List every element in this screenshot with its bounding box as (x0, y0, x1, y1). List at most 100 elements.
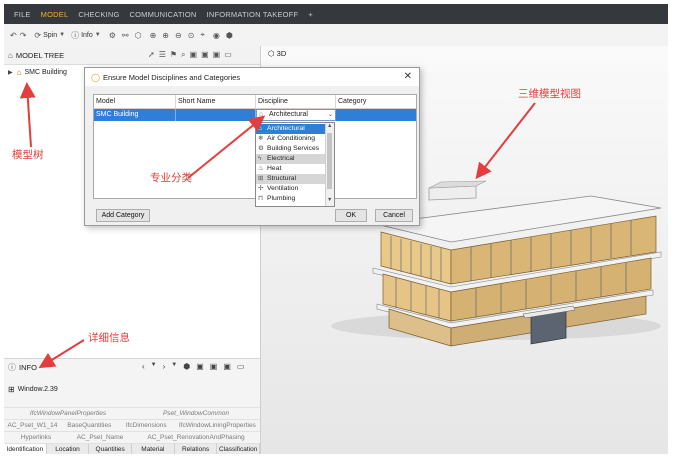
tab-identification[interactable]: Identification (4, 443, 47, 454)
cell-short-name[interactable] (176, 109, 256, 121)
col-model: Model (94, 95, 176, 108)
tree-expand-icon[interactable]: ☰ (159, 50, 166, 60)
option-label: Ventilation (267, 185, 299, 192)
select-tool-icon[interactable]: ⚙ (109, 31, 116, 40)
option-architectural[interactable]: ⌂ Architectural (256, 124, 325, 134)
menu-model[interactable]: MODEL (41, 10, 69, 19)
app-window: FILE MODEL CHECKING COMMUNICATION INFORM… (4, 4, 668, 454)
tab-classification[interactable]: Classification (217, 443, 261, 454)
redo-icon[interactable]: ↷ (20, 31, 27, 40)
zoom-icon[interactable]: ⊕ (150, 31, 157, 40)
prev-icon[interactable]: ‹ (142, 362, 145, 371)
tab-quantities[interactable]: Quantities (89, 443, 133, 454)
menu-checking[interactable]: CHECKING (78, 10, 119, 19)
tab-ac-pset-renovation[interactable]: AC_Pset_RenovationAndPhasing (132, 431, 260, 442)
ok-button[interactable]: OK (335, 209, 367, 222)
tab-ac-pset-w1-14[interactable]: AC_Pset_W1_14 (4, 419, 61, 430)
info-icon[interactable]: ⓘ (71, 30, 79, 41)
copy-icon[interactable]: ▣ (196, 362, 204, 371)
option-label: Plumbing (267, 195, 296, 202)
box-icon[interactable]: ▣ (190, 50, 198, 60)
cube-icon[interactable]: ⬡ (135, 31, 142, 40)
tab-base-quantities[interactable]: BaseQuantities (60, 419, 118, 430)
tab-pset-window-common[interactable]: Pset_WindowCommon (132, 407, 260, 418)
dropdown-icon[interactable]: ▼ (151, 362, 157, 371)
menu-information-takeoff[interactable]: INFORMATION TAKEOFF (207, 10, 299, 19)
annotation-model-tree: 模型树 (12, 149, 44, 161)
view-3d-tab[interactable]: ⬡ 3D (268, 49, 286, 58)
zoom-fit-icon[interactable]: ⊙ (188, 31, 195, 40)
window-icon[interactable]: ▭ (237, 362, 245, 371)
add-category-button[interactable]: Add Category (96, 209, 150, 222)
menu-add-tab[interactable]: + (308, 10, 313, 19)
close-icon[interactable]: ✕ (404, 71, 412, 82)
spin-icon[interactable]: ⟳ (34, 31, 41, 40)
measure-icon[interactable]: ⌖ (200, 30, 205, 40)
architecture-icon: ⌂ (259, 111, 264, 118)
cell-category[interactable] (336, 109, 416, 121)
zoom-out-icon[interactable]: ⊖ (175, 31, 182, 40)
option-air-conditioning[interactable]: ❄ Air Conditioning (256, 134, 325, 144)
cube-icon[interactable]: ⬢ (183, 362, 190, 371)
chevron-down-icon[interactable]: ⌄ (328, 110, 333, 120)
undo-icon[interactable]: ↶ (10, 31, 17, 40)
flame-icon: ♨ (258, 165, 264, 172)
option-ventilation[interactable]: ✢ Ventilation (256, 184, 325, 194)
info-title: INFO (19, 362, 37, 372)
discipline-select[interactable]: ⌂ Architectural ⌄ (256, 109, 336, 121)
option-electrical[interactable]: ϟ Electrical (256, 154, 325, 164)
expand-arrow-icon[interactable]: ▶ (8, 69, 13, 76)
tree-item-smc-building[interactable]: ▶ ⌂ SMC Building (8, 68, 67, 77)
copy-icon[interactable]: ▣ (223, 362, 231, 371)
tab-ifc-window-lining-properties[interactable]: IfcWindowLiningProperties (174, 419, 260, 430)
menu-communication[interactable]: COMMUNICATION (130, 10, 197, 19)
tab-relations[interactable]: Relations (174, 443, 218, 454)
ensure-disciplines-dialog: ◯ Ensure Model Disciplines and Categorie… (84, 67, 420, 226)
section-box-icon[interactable]: ⬢ (226, 31, 233, 40)
option-structural[interactable]: ⊞ Structural (256, 174, 325, 184)
building-icon: ⌂ (16, 68, 22, 77)
menu-bar: FILE MODEL CHECKING COMMUNICATION INFORM… (4, 4, 668, 24)
col-category: Category (338, 98, 367, 105)
eye-icon[interactable]: ◉ (213, 31, 220, 40)
scroll-up-icon[interactable]: ▲ (327, 123, 332, 129)
view-3d-label: 3D (276, 49, 287, 58)
cancel-button[interactable]: Cancel (375, 209, 413, 222)
tree-filter-icon[interactable]: ⚑ (170, 50, 177, 60)
next-icon[interactable]: › (163, 362, 166, 371)
col-discipline: Discipline (256, 95, 336, 108)
option-plumbing[interactable]: ⊓ Plumbing (256, 194, 325, 204)
box-icon[interactable]: ▣ (213, 50, 221, 60)
box-icon[interactable]: ▣ (201, 50, 209, 60)
tab-hyperlinks[interactable]: Hyperlinks (4, 431, 68, 442)
tab-ac-pset-name[interactable]: AC_Pset_Name (68, 431, 132, 442)
copy-icon[interactable]: ▣ (210, 362, 218, 371)
zoom-in-icon[interactable]: ⊕ (162, 31, 169, 40)
scroll-thumb[interactable] (327, 133, 332, 189)
chevron-down-icon[interactable]: ▼ (95, 32, 101, 38)
info-button[interactable]: Info (81, 32, 93, 39)
tree-search-icon[interactable]: ⌕ (181, 50, 185, 60)
grid-row[interactable]: SMC Building ⌂ Architectural ⌄ (94, 109, 416, 121)
dropdown-icon[interactable]: ▼ (171, 362, 177, 371)
tab-location[interactable]: Location (46, 443, 90, 454)
chevron-down-icon[interactable]: ▼ (59, 32, 65, 38)
annotation-details: 详细信息 (88, 332, 130, 344)
spin-button[interactable]: Spin (43, 32, 57, 39)
dropdown-scrollbar[interactable]: ▲ ▼ (325, 123, 334, 206)
option-heat[interactable]: ♨ Heat (256, 164, 325, 174)
tab-ifc-dimensions[interactable]: IfcDimensions (117, 419, 175, 430)
scroll-down-icon[interactable]: ▼ (327, 197, 332, 203)
dialog-icon: ◯ (91, 72, 100, 82)
model-tree-icon: ⌂ (8, 50, 13, 60)
cursor-icon[interactable]: ➚ (148, 50, 155, 60)
tab-material[interactable]: Material (132, 443, 175, 454)
dialog-title: Ensure Model Disciplines and Categories (102, 72, 241, 82)
window-icon[interactable]: ▭ (224, 50, 232, 60)
dialog-titlebar: ◯ Ensure Model Disciplines and Categorie… (85, 68, 419, 86)
grid-header: Model Short Name Discipline Category (94, 95, 416, 109)
tab-ifc-window-panel-properties[interactable]: IfcWindowPanelProperties (4, 407, 132, 418)
menu-file[interactable]: FILE (14, 10, 31, 19)
option-building-services[interactable]: ⚙ Building Services (256, 144, 325, 154)
link-icon[interactable]: ⚯ (122, 31, 129, 40)
